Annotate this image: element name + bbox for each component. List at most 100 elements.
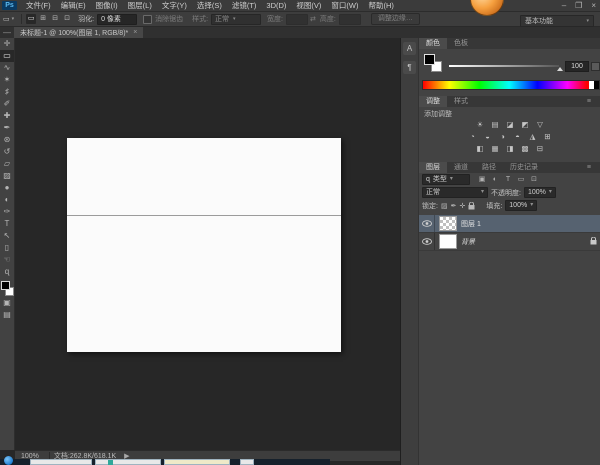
swap-dimensions-icon[interactable]: ⇄ [310, 15, 316, 23]
menu-3d[interactable]: 3D(D) [261, 0, 291, 11]
minimize-button[interactable]: – [562, 0, 566, 11]
eyedropper-tool-icon[interactable]: ✐ [0, 98, 14, 110]
slider-handle-icon[interactable] [557, 67, 563, 71]
width-input[interactable] [286, 13, 308, 25]
menu-edit[interactable]: 编辑(E) [56, 0, 91, 11]
tab-paths[interactable]: 路径 [475, 162, 503, 173]
refine-edge-button[interactable]: 调整边缘… [370, 13, 420, 25]
brush-tool-icon[interactable]: ✒ [0, 122, 14, 134]
gradient-map-icon[interactable]: ▩ [519, 144, 531, 154]
filter-adjustment-layers-icon[interactable]: ◐ [490, 175, 500, 184]
gradient-tool-icon[interactable]: ▨ [0, 170, 14, 182]
photo-filter-icon[interactable]: ◓ [512, 132, 524, 142]
menu-view[interactable]: 视图(V) [291, 0, 326, 11]
workspace-switcher[interactable]: 基本功能 ▾ [520, 15, 594, 27]
style-dropdown[interactable]: 正常 ▾ [211, 13, 262, 25]
opacity-field[interactable]: 100% ▾ [523, 187, 556, 198]
document-canvas[interactable] [67, 138, 341, 352]
spot-healing-brush-tool-icon[interactable]: ✚ [0, 110, 14, 122]
menu-image[interactable]: 图像(I) [91, 0, 123, 11]
tab-adjustments[interactable]: 调整 [419, 96, 447, 107]
close-tab-icon[interactable]: × [133, 29, 137, 36]
dock-collapse-icon[interactable]: — [3, 27, 11, 38]
tool-preset-picker[interactable]: ▭ ▾ [0, 15, 17, 23]
feather-input[interactable]: 0 像素 [97, 13, 138, 25]
foreground-color-swatch[interactable] [424, 54, 435, 65]
layer-thumbnail[interactable] [439, 216, 457, 231]
collapsed-paragraph-panel-icon[interactable]: ¶ [403, 61, 416, 74]
blur-tool-icon[interactable]: ● [0, 182, 14, 194]
taskbar-app-icon[interactable] [4, 456, 13, 465]
posterize-icon[interactable]: ▦ [489, 144, 501, 154]
selective-color-icon[interactable]: ⊟ [534, 144, 546, 154]
tab-channels[interactable]: 通道 [447, 162, 475, 173]
document-tab[interactable]: 未标题-1 @ 100%(图层 1, RGB/8)* × [14, 27, 144, 38]
lock-position-icon[interactable]: ✛ [459, 202, 465, 210]
exposure-icon[interactable]: ◩ [519, 120, 531, 130]
menu-file[interactable]: 文件(F) [21, 0, 56, 11]
layer-thumbnail[interactable] [439, 234, 457, 249]
move-tool-icon[interactable]: ✛ [0, 38, 14, 50]
channel-mixer-icon[interactable]: ◮ [527, 132, 539, 142]
screen-mode-button[interactable]: ▤ [0, 309, 14, 321]
eraser-tool-icon[interactable]: ▱ [0, 158, 14, 170]
layer-filter-dropdown[interactable]: ɋ 类型 ▾ [422, 174, 470, 185]
add-to-selection-icon[interactable]: ⊞ [38, 14, 48, 24]
restore-button[interactable]: ❐ [575, 0, 582, 11]
taskbar-window-preview[interactable] [164, 459, 230, 465]
slider-value-field[interactable]: 100 [565, 61, 589, 72]
menu-type[interactable]: 文字(Y) [157, 0, 192, 11]
intersect-selection-icon[interactable]: ⊡ [62, 14, 72, 24]
rectangular-marquee-tool-icon[interactable]: ▭ [0, 50, 14, 62]
path-selection-tool-icon[interactable]: ↖ [0, 230, 14, 242]
visibility-toggle[interactable] [419, 215, 435, 232]
panel-tab[interactable]: 色板 [447, 38, 475, 49]
layer-row-background[interactable]: 背景 [419, 233, 600, 251]
menu-layer[interactable]: 图层(L) [123, 0, 157, 11]
zoom-tool-icon[interactable]: ɋ [0, 266, 14, 278]
clone-stamp-tool-icon[interactable]: ⊛ [0, 134, 14, 146]
layer-name[interactable]: 背景 [461, 237, 475, 247]
taskbar-window-preview[interactable] [240, 459, 254, 465]
menu-window[interactable]: 窗口(W) [326, 0, 363, 11]
color-lookup-icon[interactable]: ⊞ [542, 132, 554, 142]
layer-row-layer1[interactable]: 图层 1 [419, 215, 600, 233]
quick-mask-button[interactable]: ▣ [0, 297, 14, 309]
lock-transparent-pixels-icon[interactable]: ▨ [441, 202, 448, 210]
black-swatch[interactable] [594, 81, 599, 89]
subtract-from-selection-icon[interactable]: ⊟ [50, 14, 60, 24]
lock-all-icon[interactable] [468, 201, 475, 210]
history-brush-tool-icon[interactable]: ↺ [0, 146, 14, 158]
canvas-pasteboard[interactable] [15, 38, 400, 450]
grayscale-slider[interactable] [449, 65, 559, 67]
lock-image-pixels-icon[interactable]: ✒ [451, 202, 457, 210]
filter-shape-layers-icon[interactable]: ▭ [516, 175, 526, 184]
hue-saturation-icon[interactable]: ◔ [467, 132, 479, 142]
new-selection-icon[interactable]: ▭ [26, 14, 37, 24]
brightness-contrast-icon[interactable]: ☀ [474, 120, 486, 130]
taskbar-window-preview[interactable] [95, 459, 161, 465]
lasso-tool-icon[interactable]: ∿ [0, 62, 14, 74]
height-input[interactable] [338, 13, 361, 25]
menu-select[interactable]: 选择(S) [192, 0, 227, 11]
blend-mode-dropdown[interactable]: 正常 ▾ [422, 187, 488, 198]
color-balance-icon[interactable]: ◒ [482, 132, 494, 142]
type-tool-icon[interactable]: T [0, 218, 14, 230]
black-white-icon[interactable]: ◑ [497, 132, 509, 142]
menu-help[interactable]: 帮助(H) [364, 0, 399, 11]
invert-icon[interactable]: ◧ [474, 144, 486, 154]
menu-filter[interactable]: 滤镜(T) [227, 0, 262, 11]
slider-option-icon[interactable] [591, 62, 600, 71]
dodge-tool-icon[interactable]: ◐ [0, 194, 14, 206]
panel-tab[interactable]: 颜色 [419, 38, 447, 49]
tab-styles[interactable]: 样式 [447, 96, 475, 107]
fill-field[interactable]: 100% ▾ [505, 200, 538, 211]
rectangle-tool-icon[interactable]: ▯ [0, 242, 14, 254]
filter-type-layers-icon[interactable]: T [503, 175, 513, 184]
taskbar-window-preview[interactable] [30, 459, 92, 465]
color-spectrum-ramp[interactable] [422, 80, 600, 90]
threshold-icon[interactable]: ◨ [504, 144, 516, 154]
levels-icon[interactable]: ▤ [489, 120, 501, 130]
tab-layers[interactable]: 图层 [419, 162, 447, 173]
crop-tool-icon[interactable]: ♯ [0, 86, 14, 98]
